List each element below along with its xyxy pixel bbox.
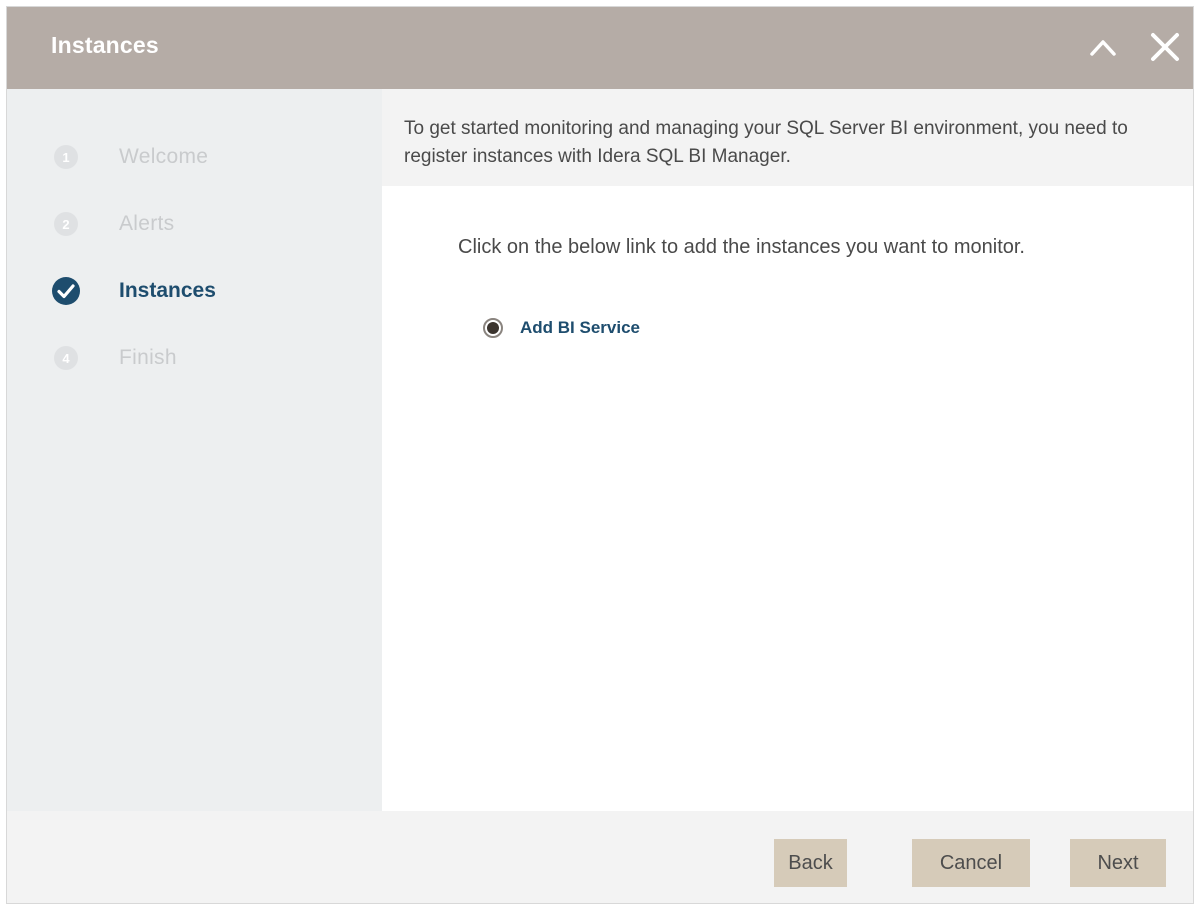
step-alerts: 2 Alerts [54, 208, 174, 240]
close-button[interactable] [1147, 29, 1183, 65]
step-finish: 4 Finish [54, 342, 177, 374]
dialog-footer: Back Cancel Next [7, 811, 1193, 903]
next-button[interactable]: Next [1070, 839, 1166, 887]
back-button[interactable]: Back [774, 839, 847, 887]
check-circle-icon [52, 277, 80, 305]
radio-selected-dot [487, 322, 499, 334]
step-welcome: 1 Welcome [54, 141, 208, 173]
close-icon [1151, 33, 1179, 61]
dialog-titlebar: Instances [7, 7, 1193, 89]
cancel-button[interactable]: Cancel [912, 839, 1030, 887]
instances-dialog: Instances 1 Welcome 2 Alerts Instances 4… [6, 6, 1194, 904]
step-label: Instances [119, 279, 216, 302]
step-label: Alerts [119, 212, 175, 235]
step-label: Finish [119, 346, 177, 369]
dialog-title: Instances [51, 32, 159, 58]
chevron-up-icon [1090, 40, 1116, 56]
wizard-steps-sidebar: 1 Welcome 2 Alerts Instances 4 Finish [7, 89, 382, 811]
add-bi-service-option[interactable]: Add BI Service [483, 318, 640, 338]
add-bi-service-radio[interactable] [483, 318, 503, 338]
step-instances: Instances [52, 275, 216, 307]
intro-banner: To get started monitoring and managing y… [382, 89, 1193, 186]
instruction-text: Click on the below link to add the insta… [458, 236, 1025, 258]
content-panel: Click on the below link to add the insta… [382, 186, 1193, 811]
step-number-badge: 4 [54, 346, 78, 370]
add-bi-service-link[interactable]: Add BI Service [520, 318, 640, 338]
step-number-badge: 1 [54, 145, 78, 169]
step-number-badge: 2 [54, 212, 78, 236]
step-label: Welcome [119, 145, 209, 168]
collapse-button[interactable] [1085, 29, 1121, 65]
intro-text: To get started monitoring and managing y… [404, 118, 1128, 167]
